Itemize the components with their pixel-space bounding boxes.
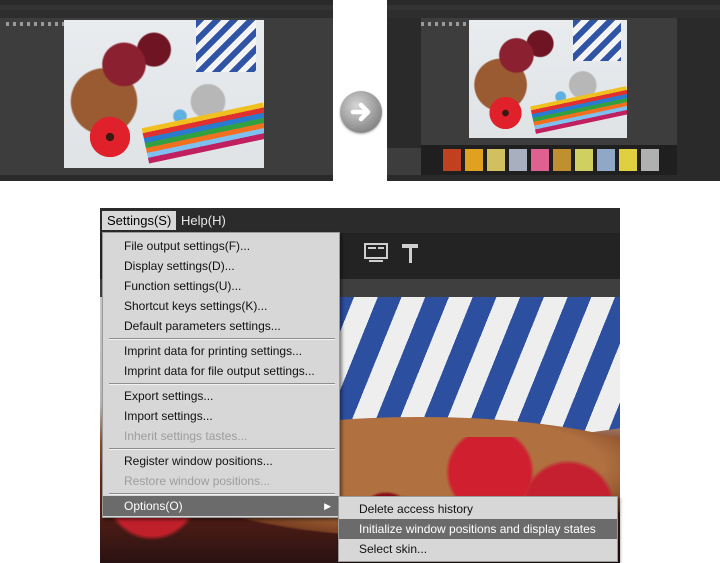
menu-item-default-parameters-settings[interactable]: Default parameters settings... xyxy=(103,316,339,336)
menu-item-shortcut-keys-settings[interactable]: Shortcut keys settings(K)... xyxy=(103,296,339,316)
thumbnail-strip xyxy=(421,145,677,175)
menu-item-file-output-settings[interactable]: File output settings(F)... xyxy=(103,236,339,256)
menu-help[interactable]: Help(H) xyxy=(176,211,231,230)
menu-item-restore-window-positions: Restore window positions... xyxy=(124,474,271,488)
after-screenshot xyxy=(387,0,720,181)
menu-item-imprint-file-output-settings[interactable]: Imprint data for file output settings... xyxy=(103,361,339,381)
preview-image xyxy=(469,20,627,138)
menu-item-export-settings[interactable]: Export settings... xyxy=(103,386,339,406)
submenu-item-select-skin[interactable]: Select skin... xyxy=(339,539,617,559)
submenu-item-initialize-window-positions[interactable]: Initialize window positions and display … xyxy=(339,519,617,539)
mini-status-bar xyxy=(0,175,333,181)
menu-item-import-settings[interactable]: Import settings... xyxy=(103,406,339,426)
menu-item-imprint-printing-settings[interactable]: Imprint data for printing settings... xyxy=(103,341,339,361)
options-submenu: Delete access history Initialize window … xyxy=(338,496,618,562)
menu-separator xyxy=(109,383,335,385)
submenu-arrow-icon: ▶ xyxy=(324,501,331,511)
menu-item-inherit-settings-tastes: Inherit settings tastes... xyxy=(124,429,248,443)
menu-settings[interactable]: Settings(S) xyxy=(102,211,177,230)
preview-image xyxy=(64,20,264,168)
menu-item-display-settings[interactable]: Display settings(D)... xyxy=(103,256,339,276)
menu-separator xyxy=(109,448,335,450)
menu-separator xyxy=(109,493,335,495)
menu-separator xyxy=(109,338,335,340)
menu-item-options[interactable]: Options(O) ▶ xyxy=(103,496,339,516)
before-screenshot xyxy=(0,0,333,181)
mini-toolbar xyxy=(387,10,720,26)
submenu-item-delete-access-history[interactable]: Delete access history xyxy=(339,499,617,519)
arrow-right-icon xyxy=(340,91,382,133)
settings-menu: File output settings(F)... Display setti… xyxy=(102,232,340,518)
adjustment-panel xyxy=(677,18,720,175)
menu-item-function-settings[interactable]: Function settings(U)... xyxy=(103,276,339,296)
hammer-icon[interactable] xyxy=(400,242,420,264)
mini-toolbar xyxy=(0,10,333,26)
monitor-icon[interactable] xyxy=(364,243,388,263)
mini-status-bar xyxy=(387,175,720,181)
menu-bar: Settings(S) Help(H) xyxy=(100,208,620,233)
menu-item-register-window-positions[interactable]: Register window positions... xyxy=(103,451,339,471)
folder-panel xyxy=(387,18,421,148)
